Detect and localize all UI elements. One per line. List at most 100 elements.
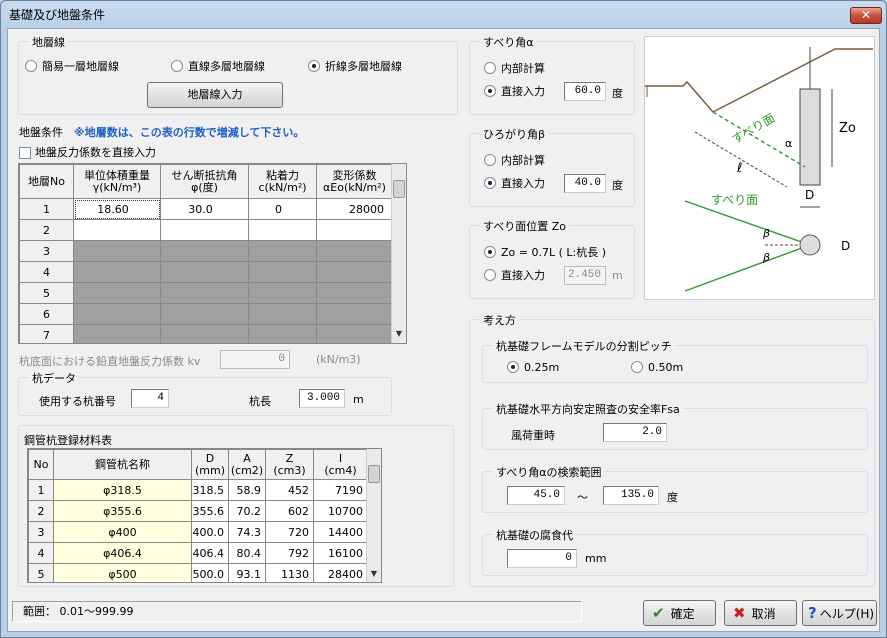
ground-cell[interactable]: 0 <box>248 198 317 220</box>
ground-cell[interactable] <box>73 303 161 325</box>
slip-range-from-input[interactable]: 45.0 <box>507 486 565 505</box>
ground-cell[interactable] <box>248 219 317 241</box>
steel-row[interactable]: 4 φ406.4 406.4 80.4 792 16100 <box>28 542 368 564</box>
direct-reaction-checkbox[interactable]: 地盤反力係数を直接入力 <box>19 144 156 160</box>
radio-pitch-050[interactable]: 0.50m <box>631 361 683 375</box>
slip-angle-unit: 度 <box>612 87 623 100</box>
ground-cell[interactable] <box>73 282 161 304</box>
layer-line-input-button[interactable]: 地層線入力 <box>147 82 283 108</box>
layer-line-group-title: 地層線 <box>29 34 68 50</box>
steel-row[interactable]: 1 φ318.5 318.5 58.9 452 7190 <box>28 479 368 501</box>
radio-label: Zo = 0.7L ( L:杭長 ) <box>501 246 607 259</box>
ok-button[interactable]: ✔ 確定 <box>643 600 716 626</box>
steel-row[interactable]: 2 φ355.6 355.6 70.2 602 10700 <box>28 500 368 522</box>
help-button[interactable]: ? ヘルプ(H) <box>802 600 877 626</box>
d-label-top: D <box>805 188 814 202</box>
slip-angle-input[interactable]: 60.0 <box>564 82 606 101</box>
ground-cell[interactable] <box>73 240 161 262</box>
scroll-thumb[interactable] <box>368 465 380 483</box>
ground-cell[interactable]: 30.0 <box>160 198 249 220</box>
spread-angle-group-title: ひろがり角β <box>480 126 549 142</box>
pile-length-input[interactable]: 3.000 <box>299 389 345 408</box>
ground-cell[interactable] <box>248 261 317 283</box>
ground-cell[interactable] <box>316 324 393 343</box>
fsa-wind-input[interactable]: 2.0 <box>603 423 667 442</box>
fsa-group: 杭基礎水平方向安定照査の安全率Fsa 風荷重時 2.0 <box>482 401 868 450</box>
ground-cell[interactable] <box>248 303 317 325</box>
kv-label: 杭底面における鉛直地盤反力係数 kv <box>19 355 201 368</box>
row-header: 6 <box>19 303 74 325</box>
slip-face-label-bottom: すべり面 <box>711 193 758 207</box>
scroll-down-arrow[interactable]: ▼ <box>367 567 381 581</box>
ground-cell[interactable] <box>248 324 317 343</box>
radio-simple-layer[interactable]: 簡易一層地層線 <box>25 60 119 74</box>
ground-cell[interactable] <box>316 240 393 262</box>
ground-cell[interactable] <box>160 324 249 343</box>
cancel-button[interactable]: ✖ 取消 <box>724 600 797 626</box>
radio-slip-direct[interactable]: 直接入力 <box>484 85 545 99</box>
pile-data-group: 杭データ 使用する杭番号 4 杭長 3.000 m <box>18 370 392 416</box>
ground-cell[interactable] <box>160 240 249 262</box>
steel-cell: 406.4 <box>191 542 229 564</box>
ground-cell[interactable] <box>316 261 393 283</box>
radio-polyline-layer[interactable]: 折線多層地層線 <box>308 60 402 74</box>
ground-cell[interactable] <box>73 219 161 241</box>
spread-angle-input[interactable]: 40.0 <box>564 174 606 193</box>
ground-cell[interactable] <box>160 282 249 304</box>
ground-cell[interactable] <box>316 303 393 325</box>
slip-face-label-top: すべり面 <box>730 111 778 147</box>
approach-group-title: 考え方 <box>480 312 519 328</box>
slip-position-group-title: すべり面位置 Zo <box>480 218 569 234</box>
dialog-body: 地層線 簡易一層地層線 直線多層地層線 折線多層地層線 地層線入力 地盤条件 ※… <box>7 28 880 632</box>
pile-number-input[interactable]: 4 <box>131 389 169 408</box>
corrosion-group-title: 杭基礎の腐食代 <box>493 527 576 543</box>
zo-unit: m <box>612 269 623 282</box>
ground-header-row: 地層No 単位体積重量 γ(kN/m³) せん断抵抗角 φ(度) 粘着力 c(kN/m… <box>19 164 393 199</box>
ground-cell[interactable] <box>316 282 393 304</box>
question-icon: ? <box>808 604 817 622</box>
ground-cell[interactable]: 28000 <box>316 198 393 220</box>
steel-row[interactable]: 3 φ400 400.0 74.3 720 14400 <box>28 521 368 543</box>
steel-cell: 74.3 <box>228 521 266 543</box>
slip-range-group: すべり角αの検索範囲 45.0 ～ 135.0 度 <box>482 464 868 513</box>
pile-data-group-title: 杭データ <box>29 370 79 386</box>
col-header: 鋼管杭名称 <box>53 449 192 480</box>
zo-input[interactable]: 2.450 <box>564 266 606 285</box>
corrosion-input[interactable]: 0 <box>507 549 577 568</box>
radio-spread-internal[interactable]: 内部計算 <box>484 154 545 168</box>
scroll-thumb[interactable] <box>393 180 405 198</box>
radio-spread-direct[interactable]: 直接入力 <box>484 177 545 191</box>
radio-zo-direct[interactable]: 直接入力 <box>484 269 545 283</box>
ground-cell[interactable] <box>73 324 161 343</box>
ground-cell[interactable] <box>160 261 249 283</box>
steel-cell: φ500 <box>53 563 192 582</box>
steel-row[interactable]: 5 φ500 500.0 93.1 1130 28400 <box>28 563 368 582</box>
close-button[interactable]: ✕ <box>850 7 882 24</box>
corrosion-unit: mm <box>585 552 607 565</box>
steel-cell: 28400 <box>313 563 368 582</box>
scroll-down-arrow[interactable]: ▼ <box>392 327 406 341</box>
slip-range-to-input[interactable]: 135.0 <box>603 486 659 505</box>
ground-cell[interactable] <box>248 240 317 262</box>
title-bar: 基礎及び地盤条件 ✕ <box>1 1 886 27</box>
ground-cell[interactable] <box>160 219 249 241</box>
ground-cell[interactable] <box>73 261 161 283</box>
fsa-group-title: 杭基礎水平方向安定照査の安全率Fsa <box>493 401 683 417</box>
ground-row: 7 <box>19 324 393 343</box>
kv-input[interactable]: 0 <box>220 350 290 369</box>
pile-length-label: 杭長 <box>249 395 271 408</box>
check-icon: ✔ <box>652 604 665 622</box>
steel-table-body: 1 φ318.5 318.5 58.9 452 7190 2 φ355.6 355.6 70.2 6… <box>28 479 368 582</box>
radio-linear-layer[interactable]: 直線多層地層線 <box>171 60 265 74</box>
steel-table-scrollbar[interactable]: ▼ <box>366 449 381 582</box>
ground-note: ※地層数は、この表の行数で増減して下さい。 <box>74 126 305 139</box>
ground-cell[interactable]: 18.60 <box>73 198 161 220</box>
ground-table-scrollbar[interactable]: ▼ <box>391 164 406 343</box>
radio-zo-formula[interactable]: Zo = 0.7L ( L:杭長 ) <box>484 246 606 260</box>
ground-cell[interactable] <box>248 282 317 304</box>
radio-pitch-025[interactable]: 0.25m <box>507 361 559 375</box>
ground-cell[interactable] <box>316 219 393 241</box>
steel-cell: 14400 <box>313 521 368 543</box>
ground-cell[interactable] <box>160 303 249 325</box>
radio-slip-internal[interactable]: 内部計算 <box>484 62 545 76</box>
